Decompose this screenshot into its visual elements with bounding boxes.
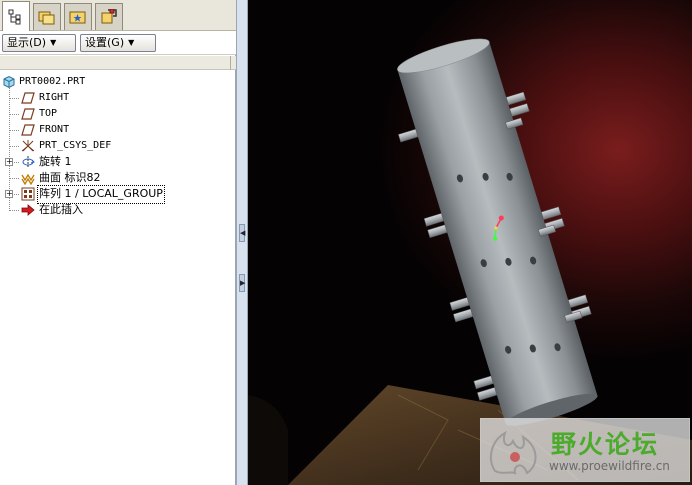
- model-tree-panel: 显示(D) ▼ 设置(G) ▼ PRT0002.PRT RIGHT TOP FR…: [0, 0, 236, 485]
- tree-item-label: PRT_CSYS_DEF: [39, 140, 112, 151]
- folder-icon: [38, 11, 55, 25]
- show-dropdown[interactable]: 显示(D) ▼: [2, 34, 76, 52]
- tree-item-revolve[interactable]: + 旋转 1: [0, 154, 236, 170]
- 3d-model-scene: [248, 38, 692, 485]
- revolve-icon: [22, 156, 35, 168]
- tree-item-label: 阵列 1 / LOCAL_GROUP: [37, 185, 165, 204]
- settings-dropdown-label: 设置(G): [85, 36, 125, 49]
- datum-plane-icon: [21, 124, 35, 136]
- expand-right-arrow-icon[interactable]: ▶: [239, 274, 245, 292]
- tree-item-label: PRT0002.PRT: [19, 76, 86, 87]
- chevron-down-icon: ▼: [128, 38, 135, 47]
- coordinate-system-icon: [21, 140, 35, 152]
- tree-item-label: 旋转 1: [39, 155, 72, 168]
- datum-plane-icon: [21, 108, 35, 120]
- tree-item-label: 在此插入: [39, 203, 83, 216]
- tree-item-pattern[interactable]: + 阵列 1 / LOCAL_GROUP: [0, 185, 236, 204]
- tree-item-right-plane[interactable]: RIGHT: [0, 90, 236, 106]
- cylinder-body: [397, 41, 598, 424]
- chevron-down-icon: ▼: [50, 38, 57, 47]
- surface-icon: [21, 173, 35, 185]
- model-tree-toolbar: 显示(D) ▼ 设置(G) ▼: [0, 31, 236, 55]
- tree-item-surface[interactable]: 曲面 标识82: [0, 170, 236, 186]
- tree-item-label: RIGHT: [39, 92, 70, 103]
- column-divider[interactable]: [230, 56, 231, 70]
- part-icon: [3, 75, 15, 89]
- favorites-folder-icon: [69, 11, 86, 24]
- datum-plane-icon: [21, 92, 35, 104]
- insert-here-arrow-icon: [21, 204, 35, 216]
- show-dropdown-label: 显示(D): [7, 36, 47, 49]
- graphics-viewport[interactable]: [248, 0, 692, 485]
- tab-favorites[interactable]: [64, 3, 92, 30]
- model-tree-icon: [8, 9, 21, 24]
- tab-folder-browser[interactable]: [33, 3, 61, 30]
- pattern-icon: [21, 187, 35, 201]
- flame-logo-icon: [489, 430, 537, 475]
- tree-item-root-part[interactable]: PRT0002.PRT: [0, 74, 236, 90]
- connections-icon: [101, 9, 117, 24]
- tree-item-csys[interactable]: PRT_CSYS_DEF: [0, 138, 236, 154]
- model-tree-column-header: [0, 56, 236, 70]
- watermark-url: www.proewildfire.cn: [549, 459, 670, 473]
- tree-item-insert-here[interactable]: 在此插入: [0, 202, 236, 218]
- navigator-tabs: [0, 0, 236, 31]
- tree-item-label: 曲面 标识82: [39, 171, 101, 184]
- settings-dropdown[interactable]: 设置(G) ▼: [80, 34, 156, 52]
- tree-item-front-plane[interactable]: FRONT: [0, 122, 236, 138]
- watermark-title: 野火论坛: [551, 430, 660, 459]
- expand-toggle[interactable]: +: [5, 190, 13, 198]
- panel-splitter[interactable]: ◀ ▶: [236, 0, 248, 485]
- tree-item-label: TOP: [39, 108, 58, 119]
- forum-watermark: 野火论坛 www.proewildfire.cn: [480, 418, 690, 482]
- tab-model-tree[interactable]: [2, 1, 30, 31]
- tab-connections[interactable]: [95, 3, 123, 30]
- tree-item-label: FRONT: [39, 124, 70, 135]
- expand-toggle[interactable]: +: [5, 158, 13, 166]
- collapse-left-arrow-icon[interactable]: ◀: [239, 224, 245, 242]
- tree-item-top-plane[interactable]: TOP: [0, 106, 236, 122]
